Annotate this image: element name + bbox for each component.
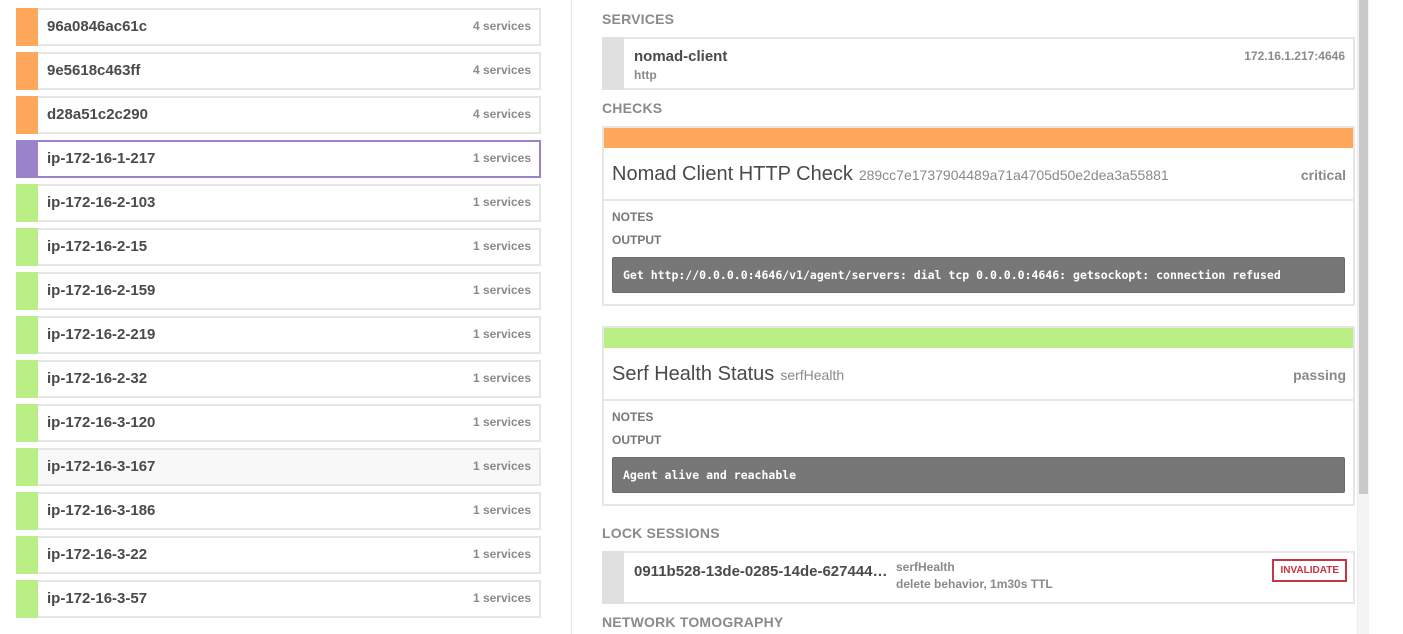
lock-session-id: 0911b528-13de-0285-14de-6274445e1b2a	[634, 563, 892, 580]
node-status-bar	[16, 316, 38, 354]
check-name: Serf Health Status	[612, 363, 775, 385]
node-item[interactable]: ip-172-16-3-120 1 services	[16, 404, 541, 442]
node-status-bar	[16, 96, 38, 134]
check-status: critical	[1300, 167, 1346, 183]
node-service-count: 1 services	[472, 503, 531, 517]
check-header: Serf Health Status serfHealth passing	[604, 348, 1353, 401]
node-service-count: 1 services	[472, 195, 531, 209]
lock-session-card: 0911b528-13de-0285-14de-6274445e1b2a ser…	[602, 551, 1355, 604]
check-header: Nomad Client HTTP Check 289cc7e1737904489…	[604, 148, 1353, 201]
checks-heading: CHECKS	[602, 100, 663, 116]
service-tag: http	[634, 68, 657, 82]
node-item[interactable]: ip-172-16-2-103 1 services	[16, 184, 541, 222]
node-name: ip-172-16-2-103	[47, 194, 156, 211]
node-status-bar	[16, 140, 38, 178]
check-id: serfHealth	[780, 367, 845, 383]
check-id: 289cc7e1737904489a71a4705d50e2dea3a55881	[858, 167, 1169, 183]
check-status: passing	[1293, 367, 1346, 383]
node-service-count: 1 services	[472, 283, 531, 297]
node-name: ip-172-16-2-15	[47, 238, 148, 255]
node-item[interactable]: ip-172-16-2-219 1 services	[16, 316, 541, 354]
node-service-count: 1 services	[472, 459, 531, 473]
check-notes-label: NOTES	[612, 210, 654, 224]
node-status-bar	[16, 360, 38, 398]
node-item[interactable]: d28a51c2c290 4 services	[16, 96, 541, 134]
node-service-count: 4 services	[472, 63, 531, 77]
node-name: ip-172-16-3-167	[47, 458, 156, 475]
check-output: Agent alive and reachable	[612, 457, 1345, 493]
check-status-stripe	[604, 128, 1353, 148]
service-status-bar	[602, 37, 624, 90]
node-service-count: 1 services	[472, 591, 531, 605]
node-name: ip-172-16-3-186	[47, 502, 156, 519]
scrollbar[interactable]	[1357, 0, 1369, 634]
invalidate-button[interactable]: INVALIDATE	[1272, 559, 1347, 582]
services-heading: SERVICES	[602, 11, 675, 27]
node-service-count: 1 services	[472, 327, 531, 341]
service-card[interactable]: nomad-client http 172.16.1.217:4646	[602, 37, 1355, 90]
node-item[interactable]: ip-172-16-3-186 1 services	[16, 492, 541, 530]
check-title: Serf Health Status serfHealth	[612, 363, 844, 386]
check-output: Get http://0.0.0.0:4646/v1/agent/servers…	[612, 257, 1345, 293]
node-name: ip-172-16-2-159	[47, 282, 156, 299]
node-service-count: 1 services	[472, 547, 531, 561]
node-service-count: 1 services	[472, 371, 531, 385]
check-card: Nomad Client HTTP Check 289cc7e1737904489…	[602, 126, 1355, 306]
node-list: 96a0846ac61c 4 services 9e5618c463ff 4 s…	[16, 8, 541, 624]
node-name: 9e5618c463ff	[47, 62, 141, 79]
scrollbar-thumb[interactable]	[1359, 0, 1368, 494]
node-status-bar	[16, 580, 38, 618]
node-service-count: 1 services	[472, 151, 531, 165]
service-name: nomad-client	[634, 48, 728, 65]
node-name: ip-172-16-3-22	[47, 546, 148, 563]
node-service-count: 1 services	[472, 239, 531, 253]
check-output-label: OUTPUT	[612, 433, 662, 447]
node-status-bar	[16, 536, 38, 574]
node-item[interactable]: ip-172-16-2-159 1 services	[16, 272, 541, 310]
node-status-bar	[16, 184, 38, 222]
node-item[interactable]: 9e5618c463ff 4 services	[16, 52, 541, 90]
node-status-bar	[16, 228, 38, 266]
check-status-stripe	[604, 328, 1353, 348]
check-name: Nomad Client HTTP Check	[612, 163, 853, 185]
check-output-label: OUTPUT	[612, 233, 662, 247]
node-name: 96a0846ac61c	[47, 18, 148, 35]
node-name: d28a51c2c290	[47, 106, 148, 123]
node-name: ip-172-16-2-219	[47, 326, 156, 343]
lock-session-behavior: delete behavior, 1m30s TTL	[896, 577, 1053, 591]
node-item[interactable]: ip-172-16-2-15 1 services	[16, 228, 541, 266]
node-status-bar	[16, 492, 38, 530]
node-service-count: 1 services	[472, 415, 531, 429]
node-status-bar	[16, 52, 38, 90]
check-title: Nomad Client HTTP Check 289cc7e1737904489…	[612, 163, 1169, 186]
lock-session-bar	[602, 551, 624, 604]
node-item[interactable]: ip-172-16-2-32 1 services	[16, 360, 541, 398]
node-name: ip-172-16-2-32	[47, 370, 148, 387]
lock-sessions-heading: LOCK SESSIONS	[602, 525, 720, 541]
lock-session-check: serfHealth	[896, 560, 955, 574]
node-status-bar	[16, 448, 38, 486]
check-notes-label: NOTES	[612, 410, 654, 424]
node-name: ip-172-16-3-57	[47, 590, 148, 607]
node-item[interactable]: ip-172-16-3-57 1 services	[16, 580, 541, 618]
node-service-count: 4 services	[472, 107, 531, 121]
node-item[interactable]: ip-172-16-3-22 1 services	[16, 536, 541, 574]
node-item[interactable]: 96a0846ac61c 4 services	[16, 8, 541, 46]
node-status-bar	[16, 8, 38, 46]
service-address: 172.16.1.217:4646	[1244, 49, 1345, 63]
node-item-selected[interactable]: ip-172-16-1-217 1 services	[16, 140, 541, 178]
node-name: ip-172-16-3-120	[47, 414, 156, 431]
node-status-bar	[16, 404, 38, 442]
node-status-bar	[16, 272, 38, 310]
check-card: Serf Health Status serfHealth passing NOT…	[602, 326, 1355, 506]
network-tomography-heading: NETWORK TOMOGRAPHY	[602, 614, 784, 630]
node-item[interactable]: ip-172-16-3-167 1 services	[16, 448, 541, 486]
node-service-count: 4 services	[472, 19, 531, 33]
node-name: ip-172-16-1-217	[47, 150, 156, 167]
